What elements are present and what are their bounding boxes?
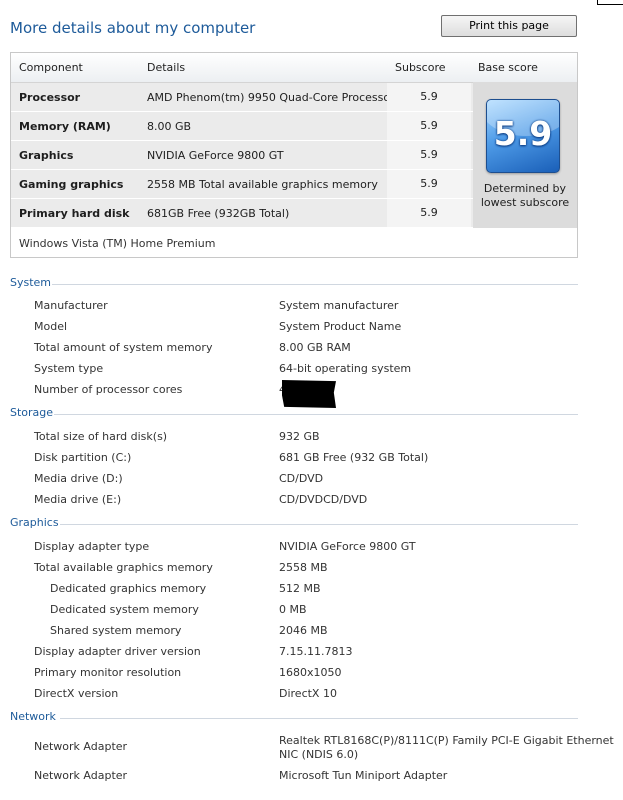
component-subscore: 5.9 — [387, 141, 471, 169]
detail-label: Total available graphics memory — [34, 561, 213, 574]
detail-value: Realtek RTL8168C(P)/8111C(P) Family PCI-… — [279, 734, 614, 747]
section-divider — [60, 524, 578, 525]
base-score-value: 5.9 — [493, 114, 553, 153]
component-name: Primary hard disk — [19, 207, 130, 220]
column-header-base-score: Base score — [478, 61, 538, 74]
detail-value: NVIDIA GeForce 9800 GT — [279, 540, 416, 553]
detail-value: CD/DVDCD/DVD — [279, 493, 368, 506]
score-row-graphics: Graphics NVIDIA GeForce 9800 GT 5.9 — [11, 141, 473, 169]
detail-value: 64-bit operating system — [279, 362, 412, 375]
base-caption-line-2: lowest subscore — [480, 196, 570, 209]
score-row-primary-hard-disk: Primary hard disk 681GB Free (932GB Tota… — [11, 199, 473, 227]
base-caption-line-1: Determined by — [483, 182, 567, 195]
column-header-subscore: Subscore — [395, 61, 446, 74]
score-row-processor: Processor AMD Phenom(tm) 9950 Quad-Core … — [11, 83, 473, 111]
detail-label: Media drive (D:) — [34, 472, 123, 485]
detail-value: System manufacturer — [279, 299, 399, 312]
component-details: AMD Phenom(tm) 9950 Quad-Core Processor — [147, 91, 395, 104]
detail-value: 1680x1050 — [279, 666, 342, 679]
detail-label: Total size of hard disk(s) — [34, 430, 168, 443]
detail-value: 0 MB — [279, 603, 307, 616]
component-subscore: 5.9 — [387, 199, 471, 227]
page-title: More details about my computer — [10, 19, 256, 37]
component-name: Gaming graphics — [19, 178, 124, 191]
component-subscore: 5.9 — [387, 112, 471, 140]
detail-label: Primary monitor resolution — [34, 666, 182, 679]
component-details: NVIDIA GeForce 9800 GT — [147, 149, 284, 162]
component-details: 2558 MB Total available graphics memory — [147, 178, 378, 191]
detail-value: Microsoft Tun Miniport Adapter — [279, 769, 448, 782]
section-title-graphics: Graphics — [10, 516, 59, 529]
detail-value: 932 GB — [279, 430, 320, 443]
section-title-network: Network — [10, 710, 56, 723]
section-divider — [54, 414, 578, 415]
section-title-system: System — [10, 276, 52, 289]
detail-label: Display adapter type — [34, 540, 150, 553]
component-name: Processor — [19, 91, 81, 104]
detail-label: Total amount of system memory — [34, 341, 213, 354]
detail-value: 2558 MB — [279, 561, 328, 574]
component-details: 8.00 GB — [147, 120, 192, 133]
detail-label: Model — [34, 320, 68, 333]
component-name: Memory (RAM) — [19, 120, 111, 133]
section-divider — [60, 718, 578, 719]
print-page-button[interactable]: Print this page — [441, 15, 577, 37]
component-subscore: 5.9 — [387, 83, 471, 111]
base-score-caption: Determined by lowest subscore — [473, 182, 577, 210]
base-score-panel: 5.9 Determined by lowest subscore — [473, 82, 577, 228]
section-divider — [52, 284, 578, 285]
component-name: Graphics — [19, 149, 74, 162]
detail-label: System type — [34, 362, 104, 375]
component-details: 681GB Free (932GB Total) — [147, 207, 290, 220]
window-corner-edge — [597, 0, 623, 5]
column-header-details: Details — [147, 61, 186, 74]
detail-label: Manufacturer — [34, 299, 108, 312]
detail-value: 681 GB Free (932 GB Total) — [279, 451, 429, 464]
detail-label: Disk partition (C:) — [34, 451, 132, 464]
detail-label: Display adapter driver version — [34, 645, 201, 658]
detail-label: Dedicated graphics memory — [50, 582, 207, 595]
component-subscore: 5.9 — [387, 170, 471, 198]
detail-value: DirectX 10 — [279, 687, 337, 700]
detail-label: Network Adapter — [34, 740, 128, 753]
detail-value-continued: NIC (NDIS 6.0) — [279, 748, 359, 761]
column-header-component: Component — [19, 61, 83, 74]
detail-value: CD/DVD — [279, 472, 324, 485]
detail-value: 512 MB — [279, 582, 321, 595]
section-title-storage: Storage — [10, 406, 54, 419]
detail-label: Network Adapter — [34, 769, 128, 782]
detail-label: Media drive (E:) — [34, 493, 122, 506]
redaction-mark — [282, 380, 336, 408]
os-edition: Windows Vista (TM) Home Premium — [19, 237, 216, 250]
detail-label: Shared system memory — [50, 624, 182, 637]
detail-label: DirectX version — [34, 687, 119, 700]
base-score-badge: 5.9 — [486, 99, 560, 173]
score-row-memory: Memory (RAM) 8.00 GB 5.9 — [11, 112, 473, 140]
score-table: Component Details Subscore Base score Pr… — [10, 52, 578, 258]
detail-value: System Product Name — [279, 320, 402, 333]
detail-label: Dedicated system memory — [50, 603, 199, 616]
score-row-gaming-graphics: Gaming graphics 2558 MB Total available … — [11, 170, 473, 198]
detail-label: Number of processor cores — [34, 383, 183, 396]
detail-value: 2046 MB — [279, 624, 328, 637]
detail-value: 7.15.11.7813 — [279, 645, 353, 658]
detail-value: 8.00 GB RAM — [279, 341, 351, 354]
score-table-header: Component Details Subscore Base score — [11, 53, 577, 83]
